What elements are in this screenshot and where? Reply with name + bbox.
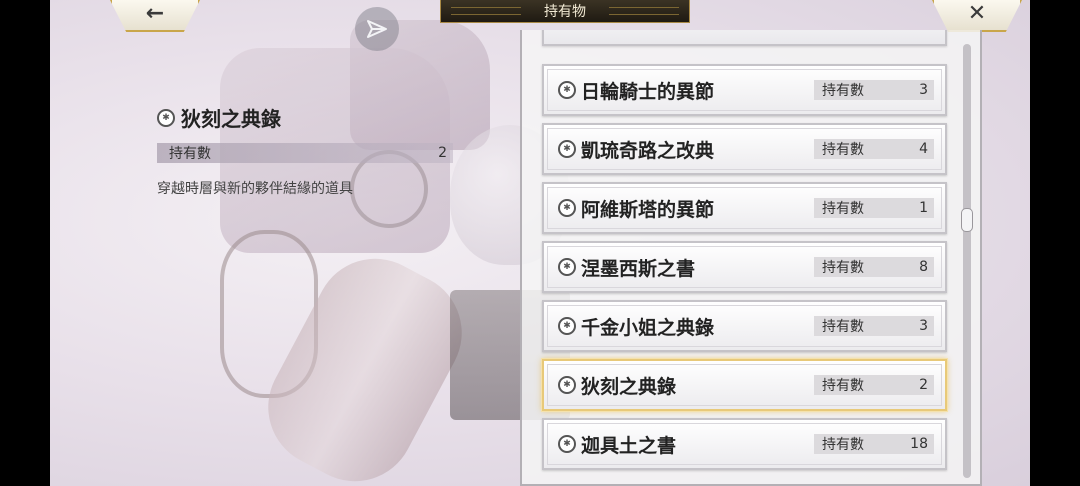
book-icon: ✱ xyxy=(558,199,576,217)
item-list: ✱ 日輪騎士的異節 持有數 3 ✱ 凱琉奇路之改典 持有數 4 ✱ 阿維斯塔的異節 持有數 1 ✱ 涅墨西… xyxy=(522,30,980,484)
book-icon: ✱ xyxy=(558,317,576,335)
list-item[interactable]: ✱ 千金小姐之典錄 持有數 3 xyxy=(542,300,947,352)
list-item-count-box: 持有數 3 xyxy=(814,316,934,336)
list-item-count-box: 持有數 2 xyxy=(814,375,934,395)
scrollbar-track[interactable] xyxy=(963,44,971,478)
list-item[interactable]: ✱ 狄刻之典錄 持有數 2 xyxy=(542,359,947,411)
list-item-count-box: 持有數 1 xyxy=(814,198,934,218)
list-item-count-value: 8 xyxy=(919,259,928,275)
list-item-count-label: 持有數 xyxy=(822,201,864,217)
list-item-count-box: 持有數 4 xyxy=(814,139,934,159)
list-item[interactable]: ✱ 阿維斯塔的異節 持有數 1 xyxy=(542,182,947,234)
detail-title-row: ✱ 狄刻之典錄 xyxy=(157,103,281,132)
detail-description: 穿越時層與新的夥伴結緣的道具 xyxy=(157,181,353,197)
list-item[interactable]: ✱ 涅墨西斯之書 持有數 8 xyxy=(542,241,947,293)
list-item-count-label: 持有數 xyxy=(822,83,864,99)
close-icon: ✕ xyxy=(967,0,987,26)
list-item-count-box: 持有數 8 xyxy=(814,257,934,277)
list-item-count-value: 3 xyxy=(919,318,928,334)
scrollbar-thumb[interactable] xyxy=(961,208,973,232)
send-icon-glyph xyxy=(367,20,387,38)
book-icon: ✱ xyxy=(558,140,576,158)
detail-count-row: 持有數 2 xyxy=(157,143,453,163)
list-item[interactable]: ✱ 迦具土之書 持有數 18 xyxy=(542,418,947,470)
item-list-panel[interactable]: ✱ 日輪騎士的異節 持有數 3 ✱ 凱琉奇路之改典 持有數 4 ✱ 阿維斯塔的異節 持有數 1 ✱ 涅墨西… xyxy=(520,30,982,486)
book-icon: ✱ xyxy=(558,376,576,394)
back-arrow-icon: ← xyxy=(145,0,165,26)
book-icon: ✱ xyxy=(558,258,576,276)
book-icon: ✱ xyxy=(558,81,576,99)
detail-count-value: 2 xyxy=(438,145,447,161)
list-item-count-value: 2 xyxy=(919,377,928,393)
list-item-partial[interactable] xyxy=(542,30,947,46)
send-icon[interactable] xyxy=(355,7,399,51)
list-item-count-box: 持有數 3 xyxy=(814,80,934,100)
list-item[interactable]: ✱ 日輪騎士的異節 持有數 3 xyxy=(542,64,947,116)
list-item-count-label: 持有數 xyxy=(822,319,864,335)
list-item-count-value: 18 xyxy=(910,436,928,452)
list-item-count-value: 4 xyxy=(919,141,928,157)
list-item-count-label: 持有數 xyxy=(822,142,864,158)
title-bar: 持有物 xyxy=(440,0,690,23)
list-item-count-box: 持有數 18 xyxy=(814,434,934,454)
list-item[interactable]: ✱ 凱琉奇路之改典 持有數 4 xyxy=(542,123,947,175)
book-icon: ✱ xyxy=(558,435,576,453)
book-icon: ✱ xyxy=(157,108,175,127)
detail-item-name: 狄刻之典錄 xyxy=(181,107,281,131)
list-item-count-label: 持有數 xyxy=(822,437,864,453)
game-screen: ← 持有物 ✕ ✱ 狄刻之典錄 持有數 2 穿越時層與新的夥伴結緣的道具 ✱ 日輪… xyxy=(0,0,1080,486)
list-item-count-value: 3 xyxy=(919,82,928,98)
list-item-count-label: 持有數 xyxy=(822,378,864,394)
list-item-count-value: 1 xyxy=(919,200,928,216)
title-ornament-left xyxy=(451,7,521,15)
list-item-count-label: 持有數 xyxy=(822,260,864,276)
page-title: 持有物 xyxy=(544,4,586,20)
detail-count-label: 持有數 xyxy=(169,146,211,162)
title-ornament-right xyxy=(609,7,679,15)
